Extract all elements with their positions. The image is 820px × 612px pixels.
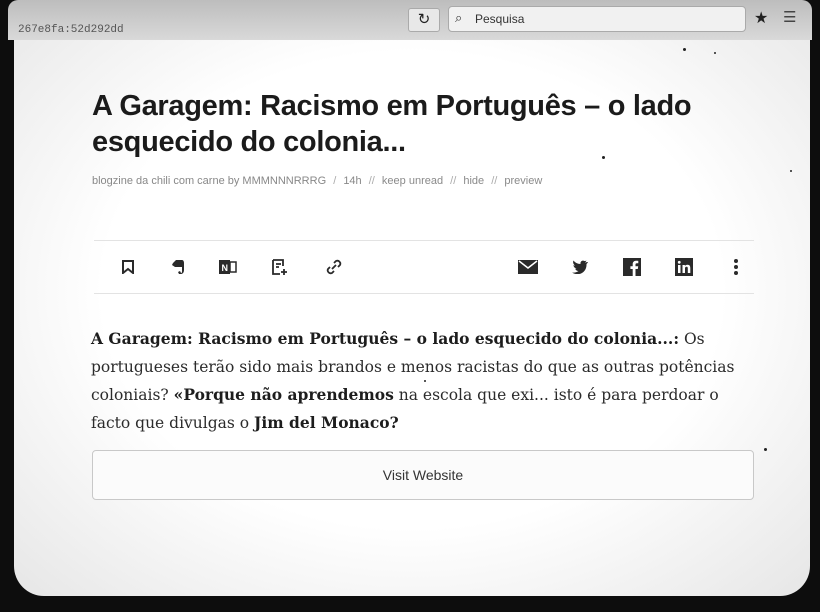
article-view: A Garagem: Racismo em Português – o lado… <box>14 40 810 596</box>
excerpt-quote: «Porque não aprendemos <box>173 385 394 404</box>
dust-speck <box>764 448 767 451</box>
dust-speck <box>602 156 605 159</box>
share-toolbar: N <box>94 240 754 294</box>
email-icon[interactable] <box>516 255 540 279</box>
reload-icon: ↻ <box>417 11 431 28</box>
star-icon[interactable]: ★ <box>754 8 768 28</box>
excerpt-name: Jim del Monaco? <box>254 413 399 432</box>
dust-speck <box>424 380 426 382</box>
link-icon[interactable] <box>322 255 346 279</box>
article-meta: blogzine da chili com carne by MMMNNNRRR… <box>92 175 546 187</box>
dust-speck <box>714 52 716 54</box>
preview-link[interactable]: preview <box>504 175 542 187</box>
bookmark-icon[interactable] <box>116 255 140 279</box>
search-input[interactable]: ⌕ Pesquisa <box>448 6 746 32</box>
onenote-icon[interactable]: N <box>216 255 240 279</box>
facebook-icon[interactable] <box>620 255 644 279</box>
meta-separator: // <box>368 175 375 187</box>
svg-text:N: N <box>222 263 229 273</box>
linkedin-icon[interactable] <box>672 255 696 279</box>
twitter-icon[interactable] <box>568 255 592 279</box>
dust-speck <box>683 48 686 51</box>
meta-separator: // <box>450 175 457 187</box>
search-placeholder: Pesquisa <box>475 12 525 26</box>
visit-website-button[interactable]: Visit Website <box>92 450 754 500</box>
more-icon[interactable] <box>724 255 748 279</box>
menu-icon[interactable]: ☰ <box>783 8 796 26</box>
evernote-icon[interactable] <box>166 255 190 279</box>
hide-link[interactable]: hide <box>463 175 484 187</box>
reload-button[interactable]: ↻ <box>408 8 440 32</box>
add-note-icon[interactable] <box>268 255 292 279</box>
meta-separator: // <box>491 175 498 187</box>
visit-website-label: Visit Website <box>382 467 464 483</box>
url-fragment[interactable]: 267e8fa:52d292dd <box>18 24 124 36</box>
article-title[interactable]: A Garagem: Racismo em Português – o lado… <box>92 88 732 160</box>
keep-unread-link[interactable]: keep unread <box>382 175 443 187</box>
age-label: 14h <box>343 175 362 187</box>
meta-separator: / <box>333 175 337 187</box>
excerpt-lead: A Garagem: Racismo em Português – o lado… <box>91 329 680 348</box>
browser-toolbar: 267e8fa:52d292dd ↻ ⌕ Pesquisa ★ ☰ <box>8 0 812 40</box>
search-icon: ⌕ <box>455 10 463 25</box>
dust-speck <box>790 170 792 172</box>
source-label[interactable]: blogzine da chili com carne by MMMNNNRRR… <box>92 175 326 187</box>
